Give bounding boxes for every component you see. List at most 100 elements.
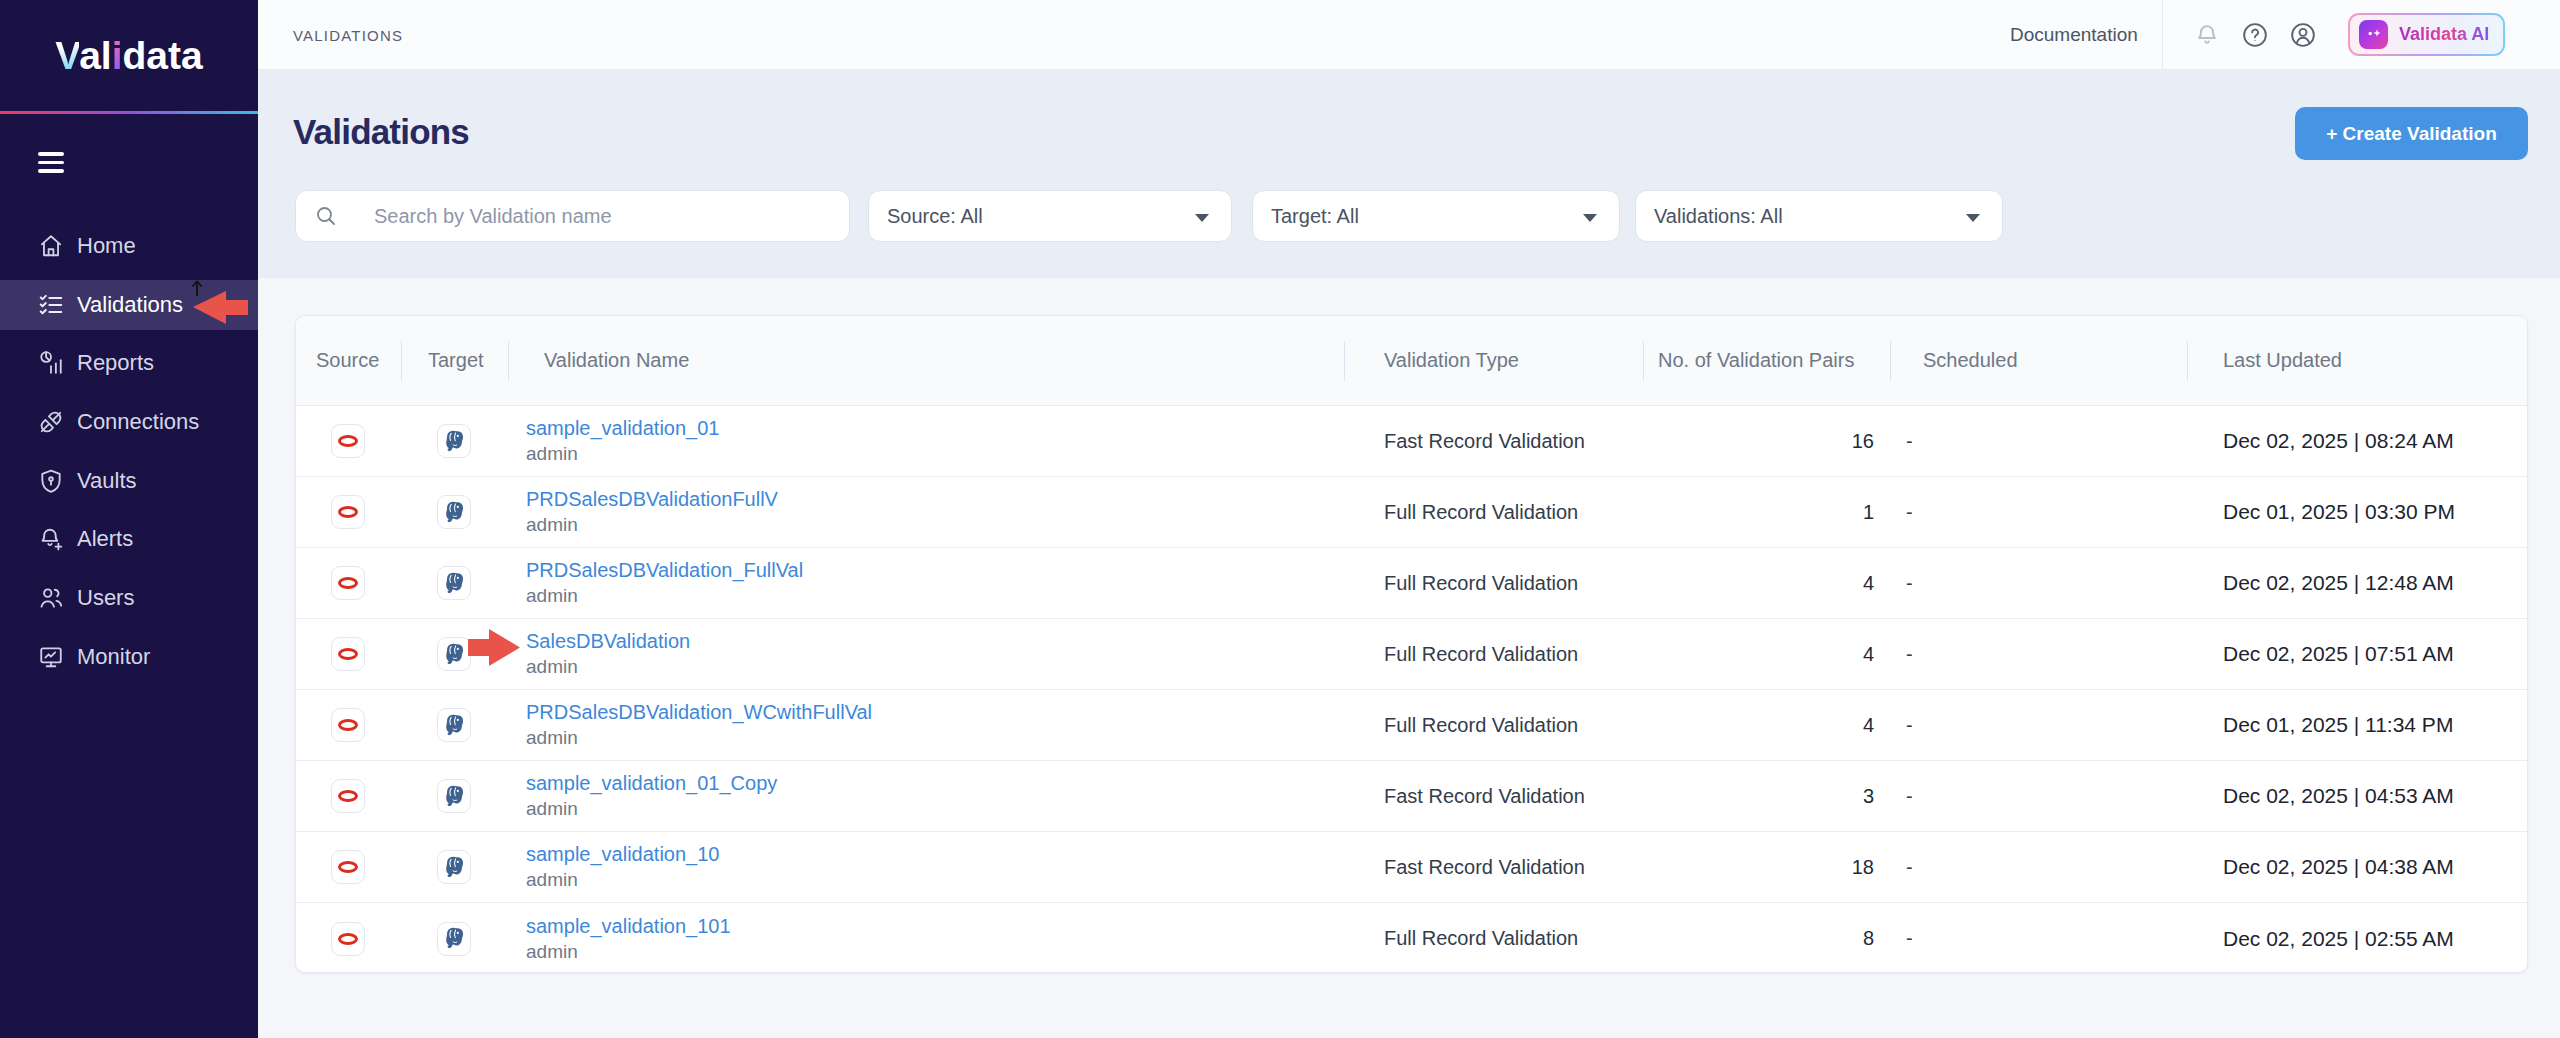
source-cell — [296, 424, 401, 458]
sidebar-item-label: Users — [77, 585, 134, 611]
documentation-link[interactable]: Documentation — [2010, 0, 2138, 70]
scheduled-cell: - — [1890, 856, 2187, 879]
topbar-divider — [2162, 0, 2163, 70]
column-separator — [1643, 341, 1644, 381]
oracle-icon — [331, 566, 365, 600]
validations-filter-dropdown[interactable]: Validations: All — [1635, 190, 2003, 242]
sidebar-item-label: Reports — [77, 350, 154, 376]
column-header: Target — [401, 349, 508, 372]
filters-row: Source: All Target: All Validations: All — [258, 190, 2560, 242]
create-validation-button[interactable]: + Create Validation — [2295, 107, 2528, 160]
column-header: Scheduled — [1890, 349, 2187, 372]
table-row: sample_validation_01_CopyadminFast Recor… — [296, 761, 2527, 832]
target-filter-dropdown[interactable]: Target: All — [1252, 190, 1620, 242]
sidebar-item-monitor[interactable]: Monitor — [0, 632, 258, 682]
validation-name-link[interactable]: sample_validation_01 — [526, 417, 1344, 440]
last-updated-cell: Dec 02, 2025 | 04:53 AM — [2187, 784, 2528, 808]
scheduled-cell: - — [1890, 785, 2187, 808]
target-cell — [401, 850, 508, 884]
chevron-down-icon — [1583, 214, 1597, 222]
validation-pairs-cell: 4 — [1643, 643, 1890, 666]
sidebar-item-alerts[interactable]: Alerts — [0, 514, 258, 564]
name-cell: SalesDBValidation admin — [508, 630, 1344, 678]
hamburger-menu-icon[interactable] — [38, 152, 64, 174]
page-title: Validations — [293, 112, 469, 152]
validation-owner: admin — [526, 585, 1344, 607]
column-header: Last Updated — [2187, 349, 2528, 372]
table-header: SourceTargetValidation NameValidation Ty… — [296, 316, 2527, 406]
sidebar-item-connections[interactable]: Connections — [0, 397, 258, 447]
validata-ai-button[interactable]: Validata AI — [2348, 13, 2505, 56]
column-header: Validation Type — [1344, 349, 1643, 372]
postgresql-icon — [437, 424, 471, 458]
user-account-icon[interactable] — [2289, 21, 2317, 49]
validation-pairs-cell: 4 — [1643, 572, 1890, 595]
validation-name-link[interactable]: SalesDBValidation — [526, 630, 1344, 653]
postgresql-icon — [437, 637, 471, 671]
oracle-icon — [331, 424, 365, 458]
scheduled-cell: - — [1890, 714, 2187, 737]
validation-owner: admin — [526, 656, 1344, 678]
help-icon[interactable] — [2241, 21, 2269, 49]
validation-name-link[interactable]: PRDSalesDBValidationFullV — [526, 488, 1344, 511]
chevron-down-icon — [1195, 214, 1209, 222]
sidebar-item-vaults[interactable]: Vaults — [0, 456, 258, 506]
last-updated-cell: Dec 02, 2025 | 07:51 AM — [2187, 642, 2528, 666]
oracle-icon — [331, 922, 365, 956]
name-cell: PRDSalesDBValidationFullVadmin — [508, 488, 1344, 536]
column-separator — [2187, 341, 2188, 381]
validation-pairs-cell: 4 — [1643, 714, 1890, 737]
target-cell — [401, 922, 508, 956]
source-cell — [296, 922, 401, 956]
breadcrumb: VALIDATIONS — [293, 0, 403, 70]
target-cell — [401, 424, 508, 458]
postgresql-icon — [437, 850, 471, 884]
sidebar-item-label: Vaults — [77, 468, 137, 494]
validation-pairs-cell: 1 — [1643, 501, 1890, 524]
users-icon — [38, 585, 64, 611]
oracle-icon — [331, 779, 365, 813]
validation-type-cell: Full Record Validation — [1344, 501, 1643, 524]
source-cell — [296, 637, 401, 671]
validation-type-cell: Full Record Validation — [1344, 927, 1643, 950]
validation-name-link[interactable]: sample_validation_10 — [526, 843, 1344, 866]
content-band: SourceTargetValidation NameValidation Ty… — [258, 278, 2560, 1038]
validation-name-link[interactable]: PRDSalesDBValidation_FullVal — [526, 559, 1344, 582]
validation-type-cell: Fast Record Validation — [1344, 856, 1643, 879]
postgresql-icon — [437, 566, 471, 600]
sidebar: Validata HomeValidationsReportsConnectio… — [0, 0, 258, 1038]
column-header: Validation Name — [508, 349, 1344, 372]
table-row: sample_validation_01adminFast Record Val… — [296, 406, 2527, 477]
notifications-bell-icon[interactable] — [2193, 21, 2221, 49]
last-updated-cell: Dec 01, 2025 | 11:34 PM — [2187, 713, 2528, 737]
source-cell — [296, 708, 401, 742]
sidebar-item-reports[interactable]: Reports — [0, 338, 258, 388]
validation-type-cell: Fast Record Validation — [1344, 785, 1643, 808]
validation-type-cell: Full Record Validation — [1344, 643, 1643, 666]
validation-name-link[interactable]: sample_validation_101 — [526, 915, 1344, 938]
monitor-icon — [38, 644, 64, 670]
last-updated-cell: Dec 01, 2025 | 03:30 PM — [2187, 500, 2528, 524]
search-input[interactable] — [374, 205, 794, 228]
name-cell: PRDSalesDBValidation_WCwithFullValadmin — [508, 701, 1344, 749]
target-cell — [401, 708, 508, 742]
validation-pairs-cell: 18 — [1643, 856, 1890, 879]
chevron-down-icon — [1966, 214, 1980, 222]
sidebar-item-users[interactable]: Users — [0, 573, 258, 623]
last-updated-cell: Dec 02, 2025 | 08:24 AM — [2187, 429, 2528, 453]
brand-logo: Validata — [0, 0, 258, 111]
source-filter-dropdown[interactable]: Source: All — [868, 190, 1232, 242]
oracle-icon — [331, 637, 365, 671]
sidebar-item-home[interactable]: Home — [0, 221, 258, 271]
scheduled-cell: - — [1890, 501, 2187, 524]
sidebar-item-label: Monitor — [77, 644, 150, 670]
validation-pairs-cell: 3 — [1643, 785, 1890, 808]
validation-name-link[interactable]: sample_validation_01_Copy — [526, 772, 1344, 795]
validation-owner: admin — [526, 798, 1344, 820]
search-box[interactable] — [295, 190, 850, 242]
source-cell — [296, 566, 401, 600]
postgresql-icon — [437, 779, 471, 813]
table-row: SalesDBValidation adminFull Record Valida… — [296, 619, 2527, 690]
validation-name-link[interactable]: PRDSalesDBValidation_WCwithFullVal — [526, 701, 1344, 724]
column-separator — [1890, 341, 1891, 381]
